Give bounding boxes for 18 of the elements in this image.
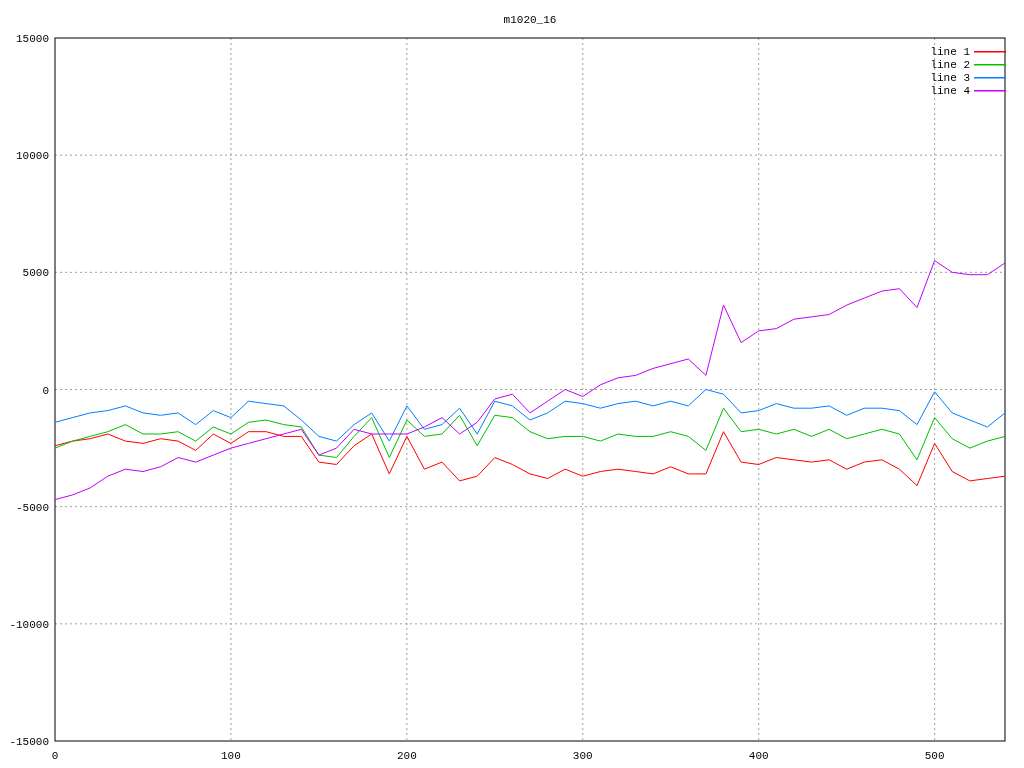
y-tick-label: 5000 (22, 267, 49, 280)
chart-title: m1020_16 (503, 14, 557, 26)
y-tick-label: -10000 (9, 618, 49, 631)
x-tick-label: 300 (572, 750, 593, 762)
x-tick-label: 500 (924, 750, 945, 762)
x-tick-label: 200 (396, 750, 417, 762)
legend-label: line 2 (930, 59, 970, 71)
y-tick-label: 0 (42, 384, 49, 397)
y-tick-label: 10000 (16, 150, 49, 163)
x-tick-label: 100 (221, 750, 241, 762)
legend-label: line 1 (930, 46, 970, 58)
y-tick-label: 15000 (16, 33, 49, 45)
x-tick-label: 0 (51, 750, 59, 762)
x-tick-label: 400 (748, 750, 769, 762)
legend-label: line 3 (930, 72, 970, 84)
y-tick-label: -15000 (9, 736, 49, 748)
y-tick-label: -5000 (16, 501, 49, 514)
legend-label: line 4 (930, 85, 970, 97)
